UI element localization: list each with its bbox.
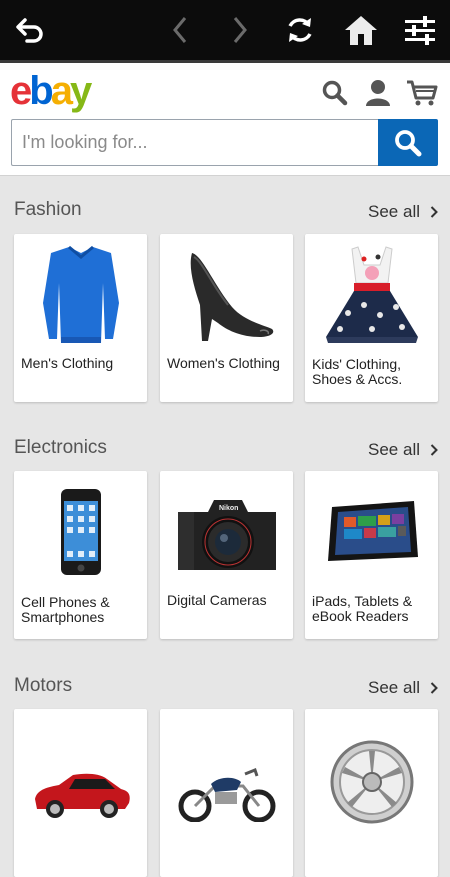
category-card-cell-phones[interactable]: Cell Phones & Smartphones (14, 471, 147, 639)
category-label: Men's Clothing (21, 355, 114, 371)
chevron-right-icon (233, 17, 247, 43)
tablet-icon (305, 477, 438, 587)
nav-next-button[interactable] (222, 0, 258, 60)
category-card-kids-clothing[interactable]: Kids' Clothing, Shoes & Accs. (305, 234, 438, 402)
sliders-icon (405, 16, 435, 45)
red-car-icon (14, 739, 147, 849)
cart-icon (407, 80, 438, 106)
ebay-logo[interactable]: ebay (10, 69, 92, 114)
nav-previous-button[interactable] (162, 0, 198, 60)
site-header: ebay (0, 63, 450, 176)
home-icon (345, 16, 377, 45)
back-arrow-icon (16, 18, 43, 43)
search-input[interactable] (11, 119, 379, 166)
chevron-right-icon (430, 444, 438, 456)
section-title-fashion: Fashion (14, 199, 82, 220)
category-card-mens-clothing[interactable]: Men's Clothing (14, 234, 147, 402)
see-all-electronics-link[interactable]: See all (368, 440, 438, 460)
category-card-womens-clothing[interactable]: Women's Clothing (160, 234, 293, 402)
category-card-wheels[interactable] (305, 709, 438, 877)
settings-button[interactable] (398, 0, 442, 60)
dslr-camera-icon: Nikon (160, 477, 293, 587)
category-label: Cell Phones & Smartphones (21, 594, 110, 625)
see-all-fashion-link[interactable]: See all (368, 202, 438, 222)
kids-dress-icon (305, 240, 438, 350)
see-all-motors-link[interactable]: See all (368, 678, 438, 698)
category-label: iPads, Tablets & eBook Readers (312, 593, 413, 624)
category-card-digital-cameras[interactable]: Nikon Digital Cameras (160, 471, 293, 639)
blue-sweater-icon (14, 240, 147, 350)
category-card-cars[interactable] (14, 709, 147, 877)
category-card-motorcycles[interactable] (160, 709, 293, 877)
category-label: Digital Cameras (167, 592, 267, 608)
see-all-label: See all (368, 440, 420, 459)
browser-toolbar (0, 0, 450, 63)
section-title-motors: Motors (14, 675, 73, 696)
section-title-electronics: Electronics (14, 437, 107, 458)
chrome-wheel-icon (305, 727, 438, 837)
smartphone-icon (14, 477, 147, 587)
back-button[interactable] (6, 0, 54, 60)
category-label: Women's Clothing (167, 355, 280, 371)
search-submit-button[interactable] (378, 119, 438, 166)
logo-letter-a: a (50, 69, 73, 113)
user-icon (366, 80, 390, 106)
category-card-ipads-tablets[interactable]: iPads, Tablets & eBook Readers (305, 471, 438, 639)
see-all-label: See all (368, 678, 420, 697)
high-heel-shoe-icon (160, 240, 293, 350)
chevron-right-icon (430, 206, 438, 218)
chevron-right-icon (430, 682, 438, 694)
search-icon (322, 80, 348, 106)
header-search-button[interactable] (315, 73, 355, 113)
search-bar (11, 119, 438, 166)
refresh-button[interactable] (278, 0, 322, 60)
camera-brand-label: Nikon (219, 505, 238, 512)
chevron-left-icon (173, 17, 187, 43)
home-button[interactable] (338, 0, 384, 60)
see-all-label: See all (368, 202, 420, 221)
logo-letter-e: e (10, 69, 32, 113)
refresh-icon (288, 18, 312, 42)
logo-letter-y: y (69, 69, 92, 113)
cart-button[interactable] (402, 73, 442, 113)
search-icon (395, 129, 422, 156)
category-label: Kids' Clothing, Shoes & Accs. (312, 356, 403, 387)
account-button[interactable] (358, 73, 398, 113)
logo-letter-b: b (29, 69, 54, 113)
motorcycle-icon (160, 739, 293, 849)
